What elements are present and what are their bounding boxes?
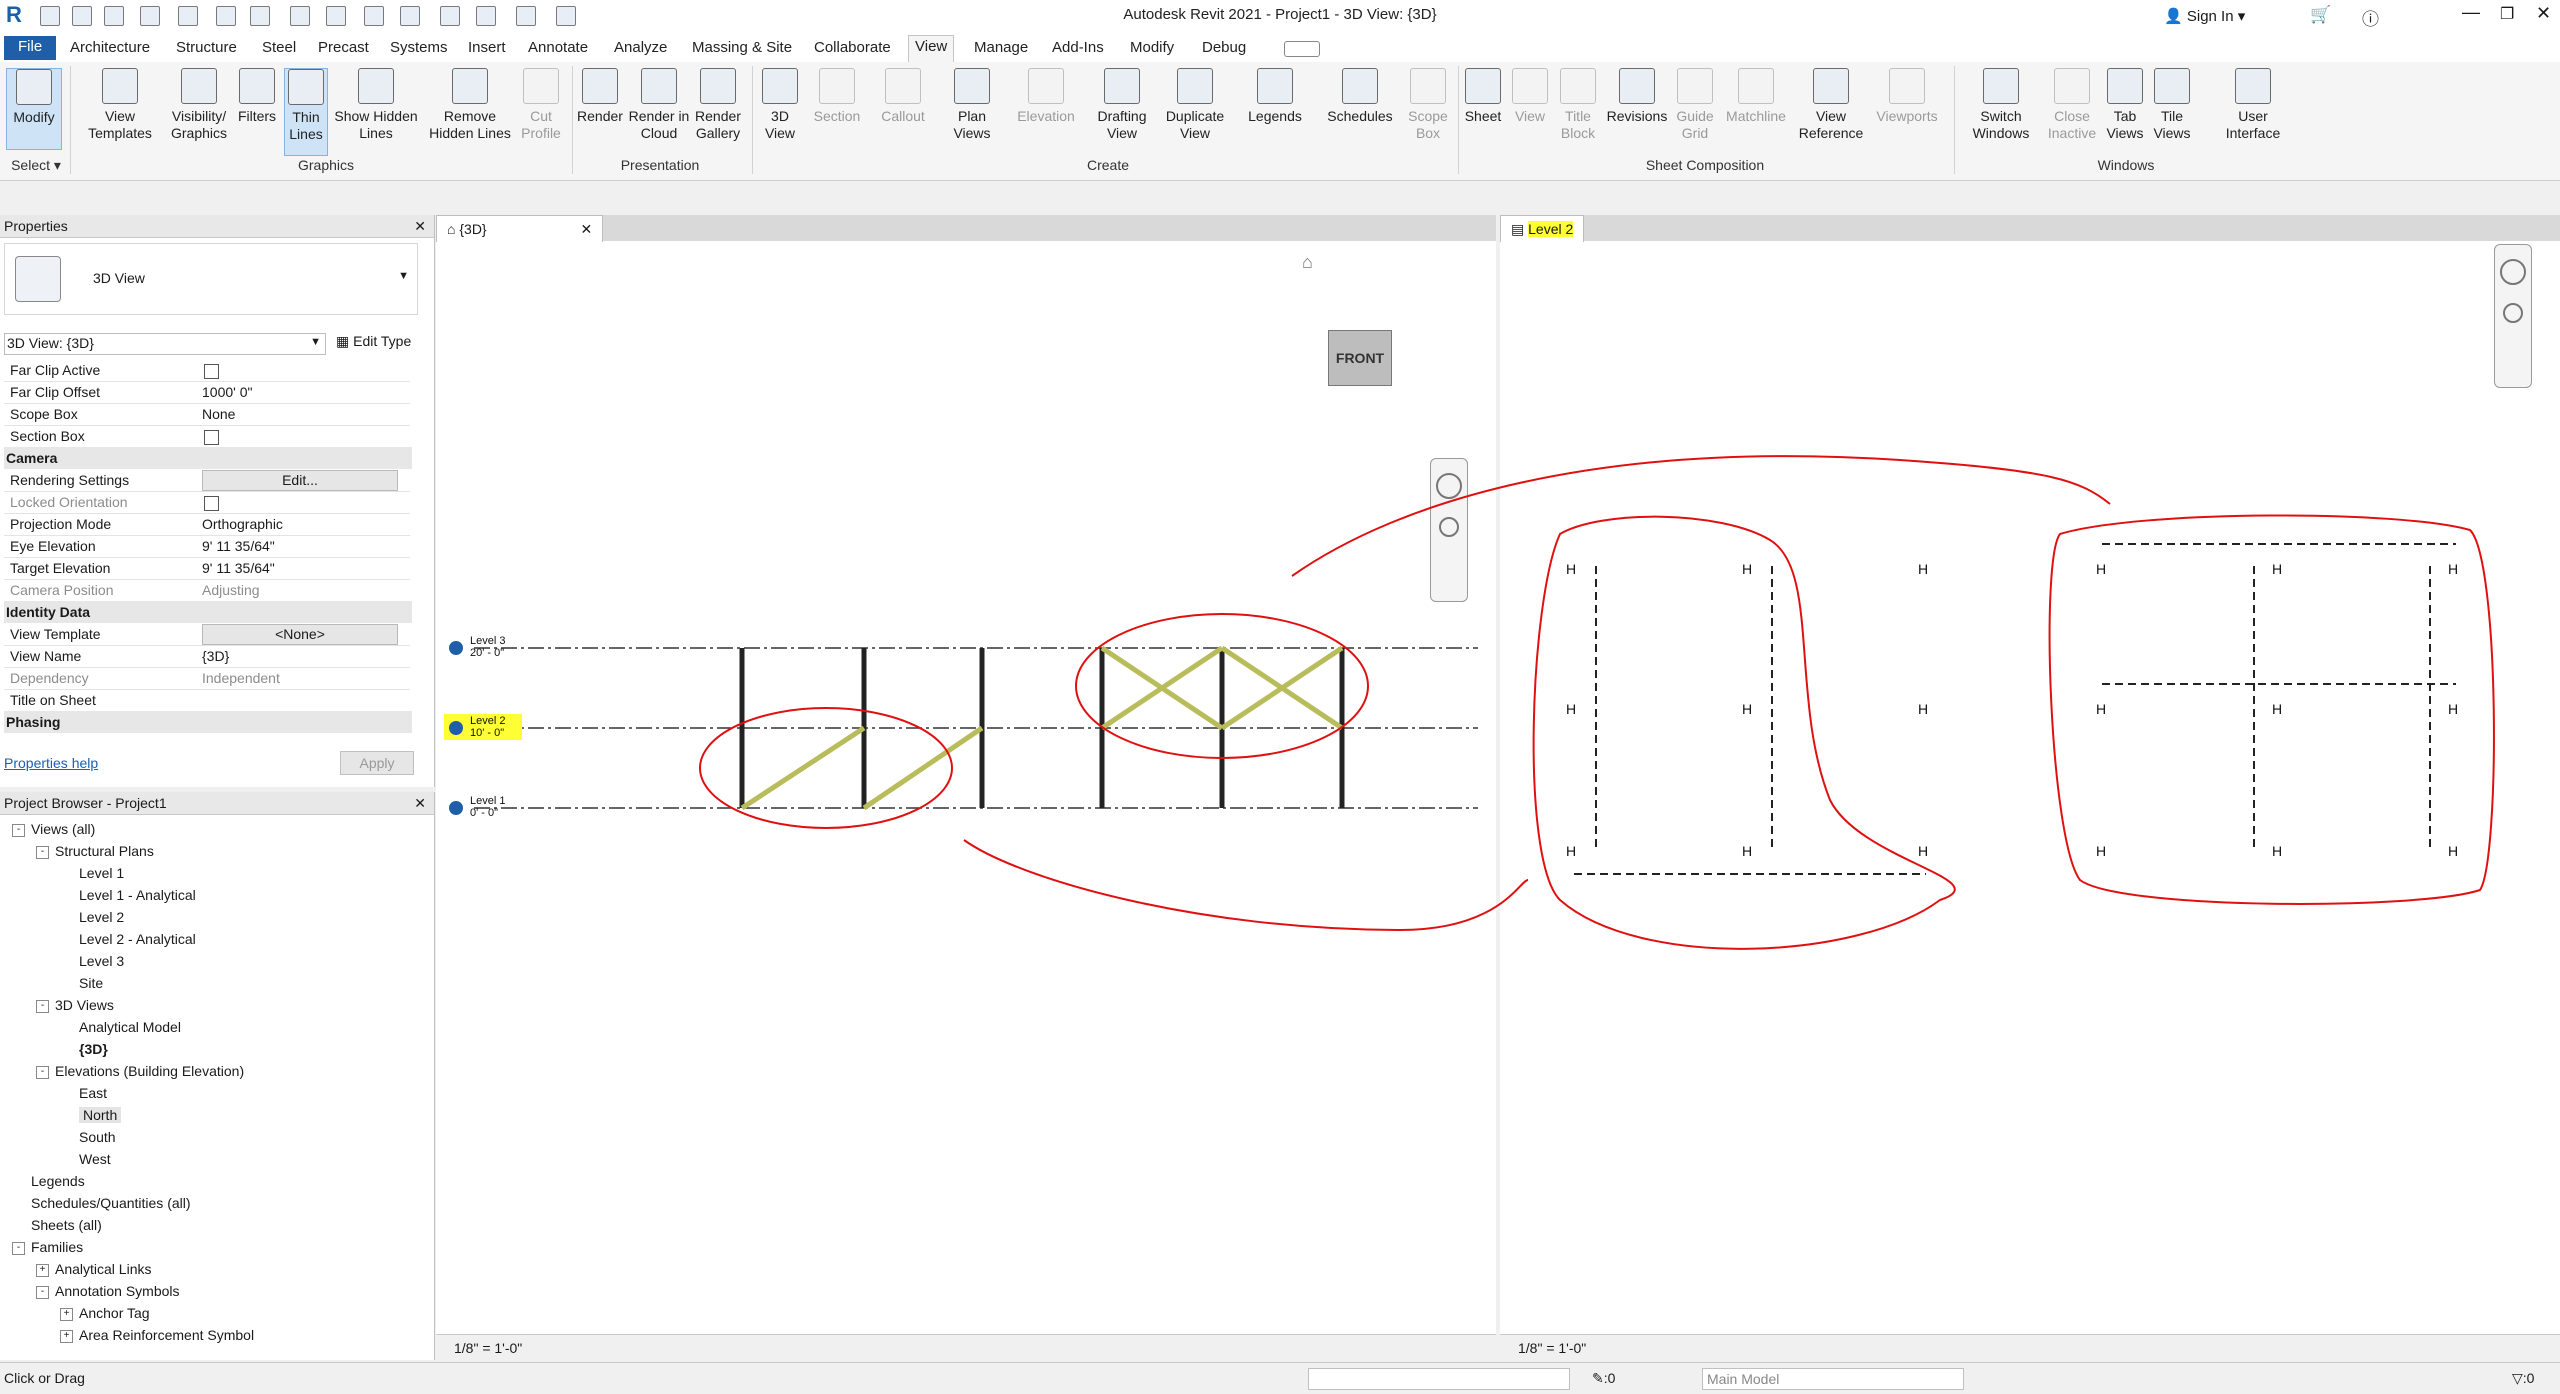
plan-column-icon[interactable]: H (1742, 843, 1752, 859)
workset-count-value: :0 (1603, 1370, 1616, 1386)
plan-column-icon[interactable]: H (2448, 843, 2458, 859)
plan-column-icon[interactable]: H (1566, 701, 1576, 717)
workset-count: ✎:0 (1592, 1370, 1616, 1386)
level-2-name: Level 2 (470, 715, 505, 727)
plan-column-icon[interactable]: H (1918, 561, 1928, 577)
filter-count-value: :0 (2522, 1370, 2535, 1386)
plan-column-icon[interactable]: H (1918, 843, 1928, 859)
level-3-elev: 20' - 0" (470, 647, 504, 659)
brace[interactable] (740, 725, 866, 811)
level-2-head-icon[interactable] (449, 721, 463, 735)
plan-column-icon[interactable]: H (1566, 561, 1576, 577)
annotation-arrow (963, 839, 1529, 932)
plan-column-icon[interactable]: H (2448, 701, 2458, 717)
annotation-arrow (1291, 455, 2111, 577)
level-1-head-icon[interactable] (449, 801, 463, 815)
plan-column-icon[interactable]: H (2272, 701, 2282, 717)
plan-column-icon[interactable]: H (1566, 843, 1576, 859)
level-3-head-icon[interactable] (449, 641, 463, 655)
level-1-name: Level 1 (470, 795, 505, 807)
annotation-circle (699, 707, 953, 829)
workset-select[interactable] (1308, 1368, 1570, 1390)
filter-count[interactable]: ▽:0 (2512, 1370, 2534, 1387)
plan-column-icon[interactable]: H (2096, 561, 2106, 577)
model-select[interactable]: Main Model (1702, 1368, 1964, 1390)
level-1-elev: 0' - 0" (470, 807, 498, 819)
status-bar: Click or Drag ✎:0 Main Model ▽:0 (0, 1362, 2560, 1394)
plan-column-icon[interactable]: H (1742, 561, 1752, 577)
status-text: Click or Drag (4, 1370, 85, 1386)
plan-column-icon[interactable]: H (1742, 701, 1752, 717)
plan-column-icon[interactable]: H (2096, 701, 2106, 717)
plan-column-icon[interactable]: H (2272, 843, 2282, 859)
brace[interactable] (862, 725, 984, 811)
plan-column-icon[interactable]: H (2272, 561, 2282, 577)
plan-column-icon[interactable]: H (2096, 843, 2106, 859)
drawing-canvas: Level 3 20' - 0" Level 2 10' - 0" Level … (444, 455, 2495, 950)
level-3-name: Level 3 (470, 635, 505, 647)
plan-column-icon[interactable]: H (2448, 561, 2458, 577)
level-2-elev: 10' - 0" (470, 727, 504, 739)
plan-column-icon[interactable]: H (1918, 701, 1928, 717)
